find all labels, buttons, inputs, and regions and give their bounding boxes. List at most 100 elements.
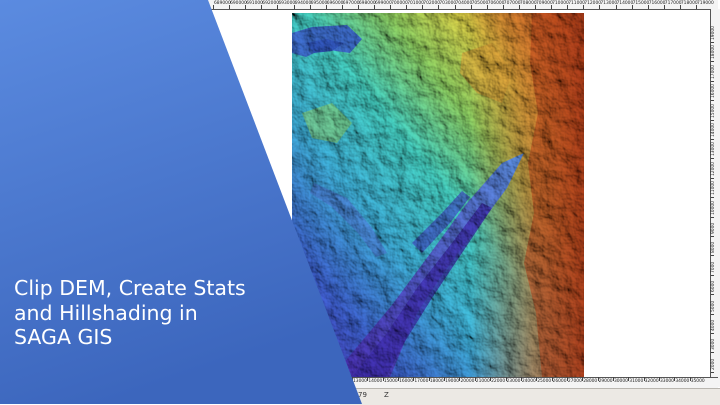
ruler-tick — [474, 377, 476, 381]
ruler-tick — [536, 377, 538, 381]
ruler-tick — [711, 119, 714, 121]
ruler-tick-label: 6000 — [711, 281, 716, 293]
ruler-tick — [711, 197, 714, 199]
ruler-tick — [711, 313, 714, 315]
status-bar — [340, 388, 720, 405]
ruler-tick — [390, 5, 392, 9]
ruler-tick — [520, 377, 522, 381]
ruler-tick-label: 4000 — [711, 319, 716, 331]
ruler-tick-label: 19000 — [711, 26, 716, 40]
ruler-tick — [341, 5, 343, 9]
ruler-tick-label: 29000 — [598, 379, 613, 384]
ruler-tick-label: 13000 — [711, 142, 716, 157]
ruler-tick — [597, 377, 599, 381]
ruler-tick — [551, 377, 553, 381]
ruler-tick — [689, 377, 691, 381]
ruler-tick-label: 18000 — [429, 379, 444, 384]
ruler-tick-label: 27000 — [567, 379, 582, 384]
ruler-tick — [647, 5, 649, 9]
status-z-label: Z — [384, 391, 389, 399]
ruler-tick — [631, 5, 633, 9]
ruler-tick-label: 34000 — [675, 379, 690, 384]
ruler-tick-label: 2000 — [711, 358, 716, 370]
ruler-tick-label: 3000 — [711, 339, 716, 351]
ruler-tick-label: 35000 — [690, 379, 705, 384]
ruler-tick — [551, 5, 553, 9]
ruler-tick — [438, 5, 440, 9]
ruler-tick — [229, 5, 231, 9]
ruler-tick — [502, 5, 504, 9]
ruler-tick-label: 5000 — [711, 300, 716, 312]
ruler-tick-label: 7000 — [711, 261, 716, 273]
ruler-tick — [711, 371, 714, 373]
ruler-tick — [659, 377, 660, 381]
ruler-tick — [599, 5, 601, 9]
ruler-tick-label: 14000 — [711, 123, 716, 137]
ruler-tick — [490, 377, 492, 381]
ruler-tick — [615, 5, 617, 9]
ruler-tick — [374, 5, 375, 9]
ruler-tick — [583, 5, 585, 9]
ruler-tick — [696, 5, 697, 9]
ruler-tick-label: 28000 — [583, 379, 598, 384]
ruler-tick — [245, 5, 247, 9]
status-coordinate: 79 — [358, 391, 367, 399]
ruler-tick — [711, 274, 714, 276]
title-line-1: Clip DEM, Create Stats — [14, 276, 246, 300]
ruler-tick — [413, 377, 415, 381]
ruler-tick-label: 25000 — [537, 379, 552, 384]
ruler-tick-label: 21000 — [475, 379, 490, 384]
ruler-tick — [643, 377, 645, 381]
ruler-tick — [470, 5, 472, 9]
ruler-tick — [679, 5, 681, 9]
dem-hillshade-map[interactable] — [292, 13, 584, 377]
ruler-tick — [518, 5, 520, 9]
ruler-tick — [535, 5, 536, 9]
ruler-tick-label: 20000 — [460, 379, 475, 384]
ruler-tick — [352, 377, 353, 381]
ruler-tick — [382, 377, 384, 381]
ruler-tick — [486, 5, 488, 9]
ruler-tick-label: 24000 — [521, 379, 536, 384]
ruler-tick — [444, 377, 446, 381]
ruler-tick — [711, 100, 714, 102]
ruler-tick-label: 17000 — [711, 64, 716, 79]
ruler-tick — [711, 352, 714, 354]
ruler-tick — [582, 377, 584, 381]
ruler-tick — [277, 5, 279, 9]
ruler-tick — [213, 5, 214, 9]
ruler-tick — [357, 5, 359, 9]
ruler-tick-label: 719000 — [697, 1, 714, 6]
ruler-tick — [459, 377, 461, 381]
ruler-tick-label: 30000 — [613, 379, 628, 384]
ruler-tick-label: 16000 — [399, 379, 414, 384]
ruler-tick — [309, 5, 311, 9]
ruler-tick-label: 14000 — [368, 379, 383, 384]
ruler-tick — [711, 158, 714, 160]
ruler-tick — [367, 377, 369, 381]
ruler-tick — [663, 5, 665, 9]
ruler-tick — [567, 5, 569, 9]
ruler-tick-label: 10000 — [711, 200, 716, 215]
ruler-tick — [566, 377, 568, 381]
ruler-tick — [505, 377, 507, 381]
ruler-tick-label: 13000 — [353, 379, 367, 384]
ruler-tick-label: 22000 — [491, 379, 506, 384]
ruler-tick — [428, 377, 430, 381]
ruler-tick — [711, 61, 714, 63]
title-line-3: SAGA GIS — [14, 325, 113, 350]
ruler-tick — [711, 42, 714, 43]
ruler-tick-label: 19000 — [445, 379, 460, 384]
ruler-tick — [711, 80, 714, 82]
ruler-tick — [454, 5, 456, 9]
ruler-tick — [612, 377, 614, 381]
ruler-tick-label: 17000 — [414, 379, 429, 384]
ruler-tick-label: 9000 — [711, 222, 716, 234]
ruler-tick-label: 16000 — [711, 84, 716, 99]
ruler-tick — [398, 377, 400, 381]
ruler-tick — [628, 377, 630, 381]
ruler-tick — [711, 294, 714, 296]
ruler-tick — [674, 377, 676, 381]
ruler-tick-label: 8000 — [711, 242, 716, 254]
ruler-tick-label: 11000 — [711, 181, 716, 196]
